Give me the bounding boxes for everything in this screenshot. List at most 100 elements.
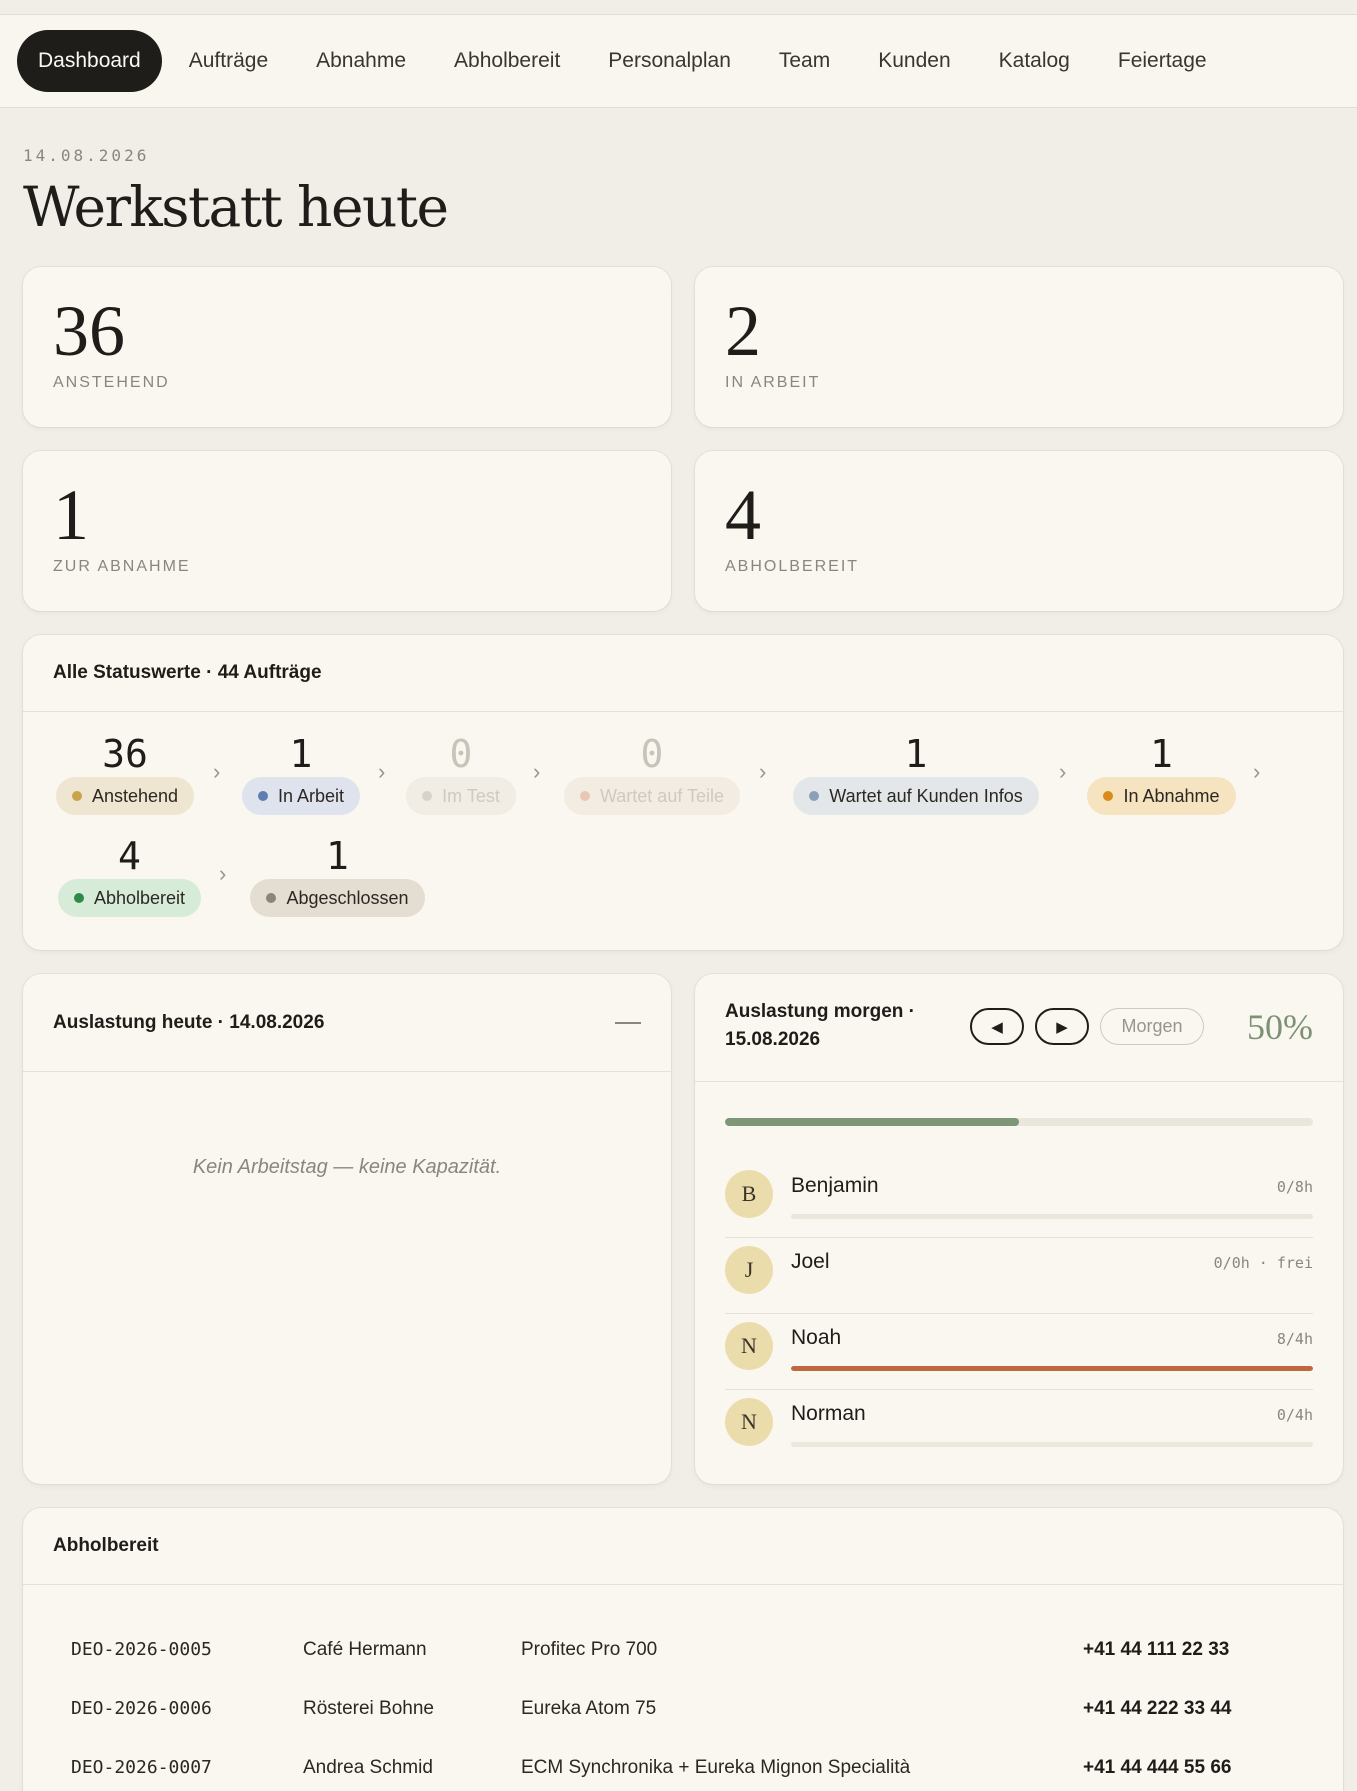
status-label: Im Test bbox=[442, 785, 500, 806]
chevron-right-icon: › bbox=[759, 759, 767, 784]
nav-feiertage[interactable]: Feiertage bbox=[1097, 30, 1228, 92]
stat-card-in-arbeit[interactable]: 2 IN ARBEIT bbox=[695, 267, 1343, 427]
status-count: 1 bbox=[904, 732, 928, 776]
status-wartet-auf-teile[interactable]: 0 Wartet auf Teile bbox=[558, 731, 746, 815]
status-abgeschlossen[interactable]: 1 Abgeschlossen bbox=[245, 833, 430, 917]
nav-team[interactable]: Team bbox=[758, 30, 851, 92]
nav-katalog[interactable]: Katalog bbox=[978, 30, 1091, 92]
status-dot bbox=[579, 791, 590, 801]
avatar: B bbox=[725, 1170, 773, 1218]
chevron-right-icon: › bbox=[1059, 759, 1067, 784]
status-pill: Abgeschlossen bbox=[250, 879, 425, 917]
stat-value: 36 bbox=[53, 291, 125, 371]
status-count: 1 bbox=[1150, 732, 1173, 776]
auslastung-heute-title: Auslastung heute · 14.08.2026 bbox=[23, 974, 671, 1072]
avatar: J bbox=[725, 1246, 773, 1294]
order-id: DEO-2026-0007 bbox=[71, 1757, 212, 1778]
status-abholbereit[interactable]: 4 Abholbereit bbox=[53, 833, 206, 917]
stat-card-zur-abnahme[interactable]: 1 ZUR ABNAHME bbox=[23, 451, 671, 611]
person-row[interactable]: N Noah 8/4h bbox=[725, 1314, 1313, 1390]
status-label: Wartet auf Teile bbox=[599, 785, 725, 806]
status-pill: Anstehend bbox=[55, 777, 195, 815]
status-count: 0 bbox=[640, 732, 664, 776]
divider bbox=[695, 1081, 1343, 1082]
person-name: Benjamin bbox=[791, 1174, 879, 1197]
status-in-abnahme[interactable]: 1 In Abnahme bbox=[1083, 731, 1240, 815]
abholbereit-title: Abholbereit bbox=[23, 1508, 1343, 1585]
stat-label: IN ARBEIT bbox=[725, 374, 821, 391]
stat-value: 1 bbox=[53, 475, 89, 555]
next-day-button[interactable]: ▶ bbox=[1035, 1008, 1089, 1045]
status-count: 0 bbox=[449, 732, 473, 776]
auslastung-morgen-title: Auslastung morgen · 15.08.2026 bbox=[725, 1001, 916, 1050]
person-row[interactable]: B Benjamin 0/8h bbox=[725, 1162, 1313, 1238]
order-item: Profitec Pro 700 bbox=[521, 1639, 658, 1660]
status-dot bbox=[71, 791, 82, 801]
stat-label: ABHOLBEREIT bbox=[725, 558, 860, 575]
status-label: Abgeschlossen bbox=[286, 887, 409, 908]
page-date: 14.08.2026 bbox=[23, 146, 150, 165]
empty-message: Kein Arbeitstag — keine Kapazität. bbox=[192, 1156, 502, 1178]
utilization-percent: 50% bbox=[1247, 1007, 1313, 1047]
status-count: 4 bbox=[118, 834, 141, 878]
customer-name: Rösterei Bohne bbox=[303, 1698, 434, 1719]
morgen-button[interactable]: Morgen bbox=[1100, 1008, 1204, 1045]
triangle-left-icon: ◀ bbox=[991, 1018, 1003, 1036]
table-row[interactable]: DEO-2026-0006 Rösterei Bohne Eureka Atom… bbox=[23, 1680, 1343, 1739]
status-in-arbeit[interactable]: 1 In Arbeit bbox=[238, 731, 364, 815]
nav-dashboard[interactable]: Dashboard bbox=[17, 30, 162, 92]
table-row[interactable]: DEO-2026-0005 Café Hermann Profitec Pro … bbox=[23, 1621, 1343, 1680]
person-hours: 8/4h bbox=[1276, 1330, 1313, 1348]
chevron-right-icon: › bbox=[533, 759, 541, 784]
status-count: 1 bbox=[289, 732, 313, 776]
person-load-bar bbox=[791, 1442, 1313, 1447]
prev-day-button[interactable]: ◀ bbox=[970, 1008, 1024, 1045]
customer-phone[interactable]: +41 44 444 55 66 bbox=[1083, 1757, 1231, 1779]
status-im-test[interactable]: 0 Im Test bbox=[403, 731, 519, 815]
status-dot bbox=[73, 893, 84, 903]
status-label: Abholbereit bbox=[93, 887, 186, 908]
status-anstehend[interactable]: 36 Anstehend bbox=[53, 731, 197, 815]
nav-auftraege[interactable]: Aufträge bbox=[168, 30, 289, 92]
chevron-right-icon: › bbox=[213, 759, 221, 784]
avatar: N bbox=[725, 1322, 773, 1370]
person-load-fill bbox=[791, 1366, 1313, 1371]
stat-label: ZUR ABNAHME bbox=[53, 558, 191, 575]
customer-name: Café Hermann bbox=[303, 1639, 427, 1660]
collapse-icon[interactable] bbox=[615, 1022, 641, 1024]
chevron-right-icon: › bbox=[378, 759, 386, 784]
nav-personalplan[interactable]: Personalplan bbox=[587, 30, 752, 92]
table-row[interactable]: DEO-2026-0007 Andrea Schmid ECM Synchron… bbox=[23, 1739, 1343, 1791]
stat-value: 4 bbox=[725, 475, 761, 555]
status-overview-title: Alle Statuswerte · 44 Aufträge bbox=[23, 635, 1343, 712]
person-name: Joel bbox=[791, 1250, 830, 1273]
order-id: DEO-2026-0006 bbox=[71, 1698, 212, 1719]
person-row[interactable]: J Joel 0/0h · frei bbox=[725, 1238, 1313, 1314]
person-hours: 0/8h bbox=[1276, 1178, 1313, 1196]
nav-abholbereit[interactable]: Abholbereit bbox=[433, 30, 581, 92]
person-load-bar bbox=[791, 1214, 1313, 1219]
person-row[interactable]: N Norman 0/4h bbox=[725, 1390, 1313, 1466]
person-name: Noah bbox=[791, 1326, 842, 1349]
nav-abnahme[interactable]: Abnahme bbox=[295, 30, 427, 92]
status-dot bbox=[1103, 791, 1114, 801]
status-pill: Wartet auf Kunden Infos bbox=[793, 777, 1039, 815]
stat-card-abholbereit[interactable]: 4 ABHOLBEREIT bbox=[695, 451, 1343, 611]
page-title: Werkstatt heute bbox=[23, 175, 449, 239]
customer-phone[interactable]: +41 44 111 22 33 bbox=[1083, 1639, 1229, 1661]
customer-name: Andrea Schmid bbox=[303, 1757, 433, 1778]
status-label: In Arbeit bbox=[277, 785, 345, 806]
person-name: Norman bbox=[791, 1402, 866, 1425]
stat-card-anstehend[interactable]: 36 ANSTEHEND bbox=[23, 267, 671, 427]
status-label: In Abnahme bbox=[1123, 785, 1220, 806]
status-count: 1 bbox=[326, 834, 349, 878]
utilization-bar-fill bbox=[725, 1118, 1019, 1126]
main-nav: Dashboard Aufträge Abnahme Abholbereit P… bbox=[0, 14, 1357, 108]
chevron-right-icon: › bbox=[1253, 759, 1261, 784]
status-count: 36 bbox=[102, 732, 148, 776]
status-wartet-auf-kunden-infos[interactable]: 1 Wartet auf Kunden Infos bbox=[785, 731, 1047, 815]
customer-phone[interactable]: +41 44 222 33 44 bbox=[1083, 1698, 1231, 1720]
status-label: Wartet auf Kunden Infos bbox=[829, 785, 1023, 806]
utilization-bar bbox=[725, 1118, 1313, 1126]
nav-kunden[interactable]: Kunden bbox=[857, 30, 971, 92]
